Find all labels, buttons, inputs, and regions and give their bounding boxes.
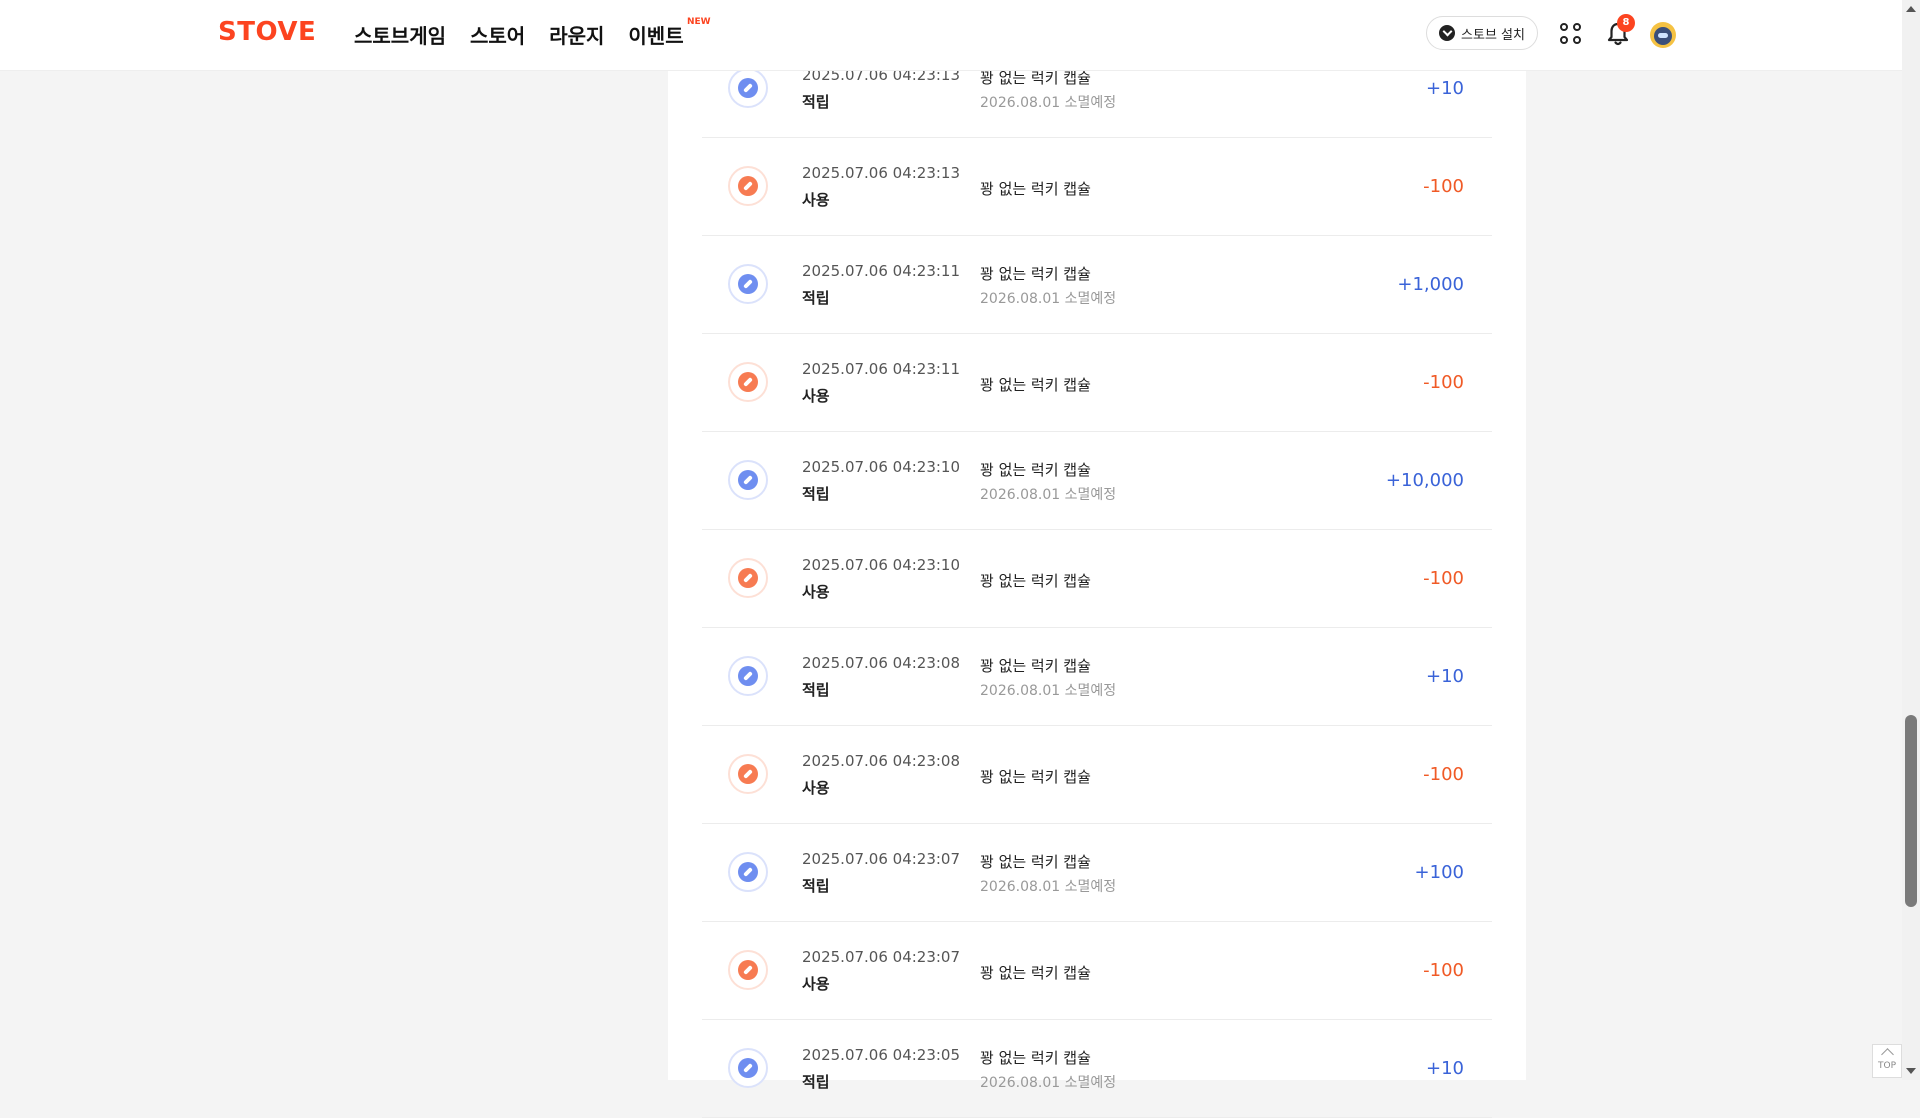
- history-amount: +1,000: [1397, 274, 1464, 295]
- history-date: 2025.07.06 04:23:10: [802, 458, 961, 476]
- nav-stove-game[interactable]: 스토브게임: [354, 20, 446, 49]
- history-amount: -100: [1423, 960, 1464, 981]
- download-icon: [1439, 25, 1456, 41]
- point-earn-coin-icon: [728, 68, 768, 108]
- scroll-up-arrow-icon[interactable]: [1906, 6, 1916, 12]
- history-expire-date: 2026.08.01 소멸예정: [980, 1075, 1117, 1091]
- main-nav: 스토브게임 스토어 라운지 이벤트 NEW: [354, 17, 711, 49]
- history-list: 2025.07.06 04:23:13 적립 꽝 없는 럭키 캡슐 2026.08.0…: [702, 40, 1492, 1118]
- history-description: 꽝 없는 럭키 캡슐: [980, 964, 1091, 982]
- history-date: 2025.07.06 04:23:07: [802, 948, 961, 966]
- nav-event[interactable]: 이벤트 NEW: [628, 17, 710, 49]
- avatar[interactable]: [1650, 22, 1676, 48]
- history-date: 2025.07.06 04:23:08: [802, 752, 961, 770]
- scroll-top-button[interactable]: TOP: [1872, 1044, 1902, 1078]
- history-row: 2025.07.06 04:23:08 적립 꽝 없는 럭키 캡슐 2026.08.0…: [702, 628, 1492, 726]
- point-earn-coin-icon: [728, 460, 768, 500]
- history-expire-date: 2026.08.01 소멸예정: [980, 683, 1117, 699]
- point-earn-coin-icon: [728, 656, 768, 696]
- apps-grid-icon[interactable]: [1560, 23, 1584, 47]
- history-type: 적립: [802, 877, 830, 895]
- history-row: 2025.07.06 04:23:10 사용 꽝 없는 럭키 캡슐 -100: [702, 530, 1492, 628]
- history-amount: -100: [1423, 176, 1464, 197]
- history-expire-date: 2026.08.01 소멸예정: [980, 879, 1117, 895]
- history-type: 적립: [802, 681, 830, 699]
- history-description: 꽝 없는 럭키 캡슐: [980, 853, 1091, 871]
- history-expire-date: 2026.08.01 소멸예정: [980, 487, 1117, 503]
- history-amount: +10: [1426, 78, 1464, 99]
- history-amount: +10: [1426, 666, 1464, 687]
- history-description: 꽝 없는 럭키 캡슐: [980, 376, 1091, 394]
- history-date: 2025.07.06 04:23:07: [802, 850, 961, 868]
- new-badge: NEW: [687, 17, 711, 27]
- history-expire-date: 2026.08.01 소멸예정: [980, 95, 1117, 111]
- history-description: 꽝 없는 럭키 캡슐: [980, 1049, 1091, 1067]
- history-type: 사용: [802, 583, 830, 601]
- history-amount: -100: [1423, 764, 1464, 785]
- point-use-coin-icon: [728, 754, 768, 794]
- history-type: 사용: [802, 191, 830, 209]
- history-description: 꽝 없는 럭키 캡슐: [980, 265, 1091, 283]
- history-row: 2025.07.06 04:23:10 적립 꽝 없는 럭키 캡슐 2026.08.0…: [702, 432, 1492, 530]
- nav-lounge[interactable]: 라운지: [549, 20, 604, 49]
- history-type: 적립: [802, 1073, 830, 1091]
- history-date: 2025.07.06 04:23:11: [802, 360, 961, 378]
- history-row: 2025.07.06 04:23:07 사용 꽝 없는 럭키 캡슐 -100: [702, 922, 1492, 1020]
- history-date: 2025.07.06 04:23:10: [802, 556, 961, 574]
- scroll-down-arrow-icon[interactable]: [1906, 1068, 1916, 1074]
- history-type: 사용: [802, 779, 830, 797]
- history-date: 2025.07.06 04:23:13: [802, 164, 961, 182]
- nav-event-label: 이벤트: [628, 24, 684, 48]
- point-earn-coin-icon: [728, 264, 768, 304]
- stove-logo[interactable]: STOVE: [218, 17, 316, 47]
- history-type: 사용: [802, 975, 830, 993]
- history-description: 꽝 없는 럭키 캡슐: [980, 461, 1091, 479]
- history-date: 2025.07.06 04:23:05: [802, 1046, 961, 1064]
- history-expire-date: 2026.08.01 소멸예정: [980, 291, 1117, 307]
- point-earn-coin-icon: [728, 1048, 768, 1088]
- history-row: 2025.07.06 04:23:05 적립 꽝 없는 럭키 캡슐 2026.08.0…: [702, 1020, 1492, 1118]
- history-amount: -100: [1423, 568, 1464, 589]
- page-scrollbar[interactable]: [1902, 0, 1920, 1080]
- chevron-up-icon: [1880, 1048, 1894, 1061]
- history-amount: +10: [1426, 1058, 1464, 1079]
- point-use-coin-icon: [728, 558, 768, 598]
- history-amount: -100: [1423, 372, 1464, 393]
- scroll-thumb[interactable]: [1905, 715, 1917, 907]
- history-type: 적립: [802, 289, 830, 307]
- history-description: 꽝 없는 럭키 캡슐: [980, 69, 1091, 87]
- history-row: 2025.07.06 04:23:08 사용 꽝 없는 럭키 캡슐 -100: [702, 726, 1492, 824]
- history-description: 꽝 없는 럭키 캡슐: [980, 657, 1091, 675]
- point-use-coin-icon: [728, 166, 768, 206]
- top-label: TOP: [1877, 1061, 1896, 1071]
- top-header: STOVE 스토브게임 스토어 라운지 이벤트 NEW 스토브 설치 8: [0, 0, 1902, 70]
- point-history-card: 2025.07.06 04:23:13 적립 꽝 없는 럭키 캡슐 2026.08.0…: [668, 66, 1526, 1118]
- point-use-coin-icon: [728, 362, 768, 402]
- history-amount: +10,000: [1385, 470, 1464, 491]
- history-row: 2025.07.06 04:23:11 사용 꽝 없는 럭키 캡슐 -100: [702, 334, 1492, 432]
- history-type: 사용: [802, 387, 830, 405]
- history-type: 적립: [802, 485, 830, 503]
- history-row: 2025.07.06 04:23:13 사용 꽝 없는 럭키 캡슐 -100: [702, 138, 1492, 236]
- history-description: 꽝 없는 럭키 캡슐: [980, 768, 1091, 786]
- history-description: 꽝 없는 럭키 캡슐: [980, 572, 1091, 590]
- install-label: 스토브 설치: [1461, 27, 1525, 43]
- point-use-coin-icon: [728, 950, 768, 990]
- history-row: 2025.07.06 04:23:11 적립 꽝 없는 럭키 캡슐 2026.08.0…: [702, 236, 1492, 334]
- notification-badge: 8: [1617, 14, 1635, 32]
- history-date: 2025.07.06 04:23:11: [802, 262, 961, 280]
- install-stove-button[interactable]: 스토브 설치: [1426, 16, 1538, 50]
- history-type: 적립: [802, 93, 830, 111]
- history-date: 2025.07.06 04:23:08: [802, 654, 961, 672]
- history-row: 2025.07.06 04:23:07 적립 꽝 없는 럭키 캡슐 2026.08.0…: [702, 824, 1492, 922]
- history-description: 꽝 없는 럭키 캡슐: [980, 180, 1091, 198]
- point-earn-coin-icon: [728, 852, 768, 892]
- nav-store[interactable]: 스토어: [470, 20, 525, 49]
- history-amount: +100: [1414, 862, 1464, 883]
